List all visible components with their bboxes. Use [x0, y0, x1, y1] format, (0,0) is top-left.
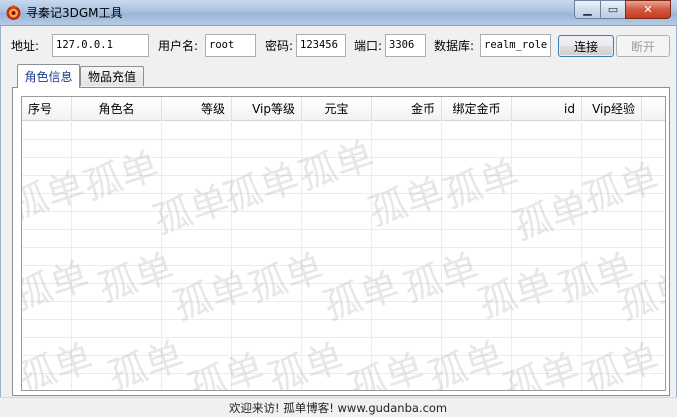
password-input[interactable]: 123456	[296, 34, 346, 57]
role-table[interactable]: 序号 角色名 等级 Vip等级 元宝 金币 绑定金币 id Vip经验 孤单 孤…	[21, 96, 666, 391]
column-header-vip-level[interactable]: Vip等级	[232, 97, 302, 121]
maximize-icon: ▭	[607, 3, 619, 16]
column-header-vip-exp[interactable]: Vip经验	[582, 97, 642, 121]
minimize-icon: ▁	[583, 3, 592, 16]
user-label: 用户名:	[158, 39, 199, 53]
column-header-bound-gold[interactable]: 绑定金币	[442, 97, 512, 121]
host-input[interactable]: 127.0.0.1	[52, 34, 149, 57]
database-input[interactable]: realm_role	[480, 34, 551, 57]
table-header: 序号 角色名 等级 Vip等级 元宝 金币 绑定金币 id Vip经验	[22, 97, 665, 121]
tab-role-info[interactable]: 角色信息	[17, 64, 80, 88]
disconnect-button[interactable]: 断开	[616, 35, 670, 57]
status-bar: 欢迎来访! 孤单博客! www.gudanba.com	[0, 397, 677, 417]
port-label: 端口:	[354, 39, 383, 53]
status-text: 欢迎来访! 孤单博客! www.gudanba.com	[229, 401, 448, 415]
host-label: 地址:	[11, 39, 40, 53]
password-label: 密码:	[265, 39, 294, 53]
title-bar[interactable]: 寻秦记3DGM工具 ▁ ▭ ✕	[0, 0, 677, 26]
column-header-id[interactable]: id	[512, 97, 582, 121]
window-title: 寻秦记3DGM工具	[26, 6, 123, 20]
app-logo-icon	[6, 5, 21, 20]
column-header-level[interactable]: 等级	[162, 97, 232, 121]
database-label: 数据库:	[434, 39, 475, 53]
close-button[interactable]: ✕	[625, 0, 671, 19]
minimize-button[interactable]: ▁	[574, 0, 601, 19]
column-header-yuanbao[interactable]: 元宝	[302, 97, 372, 121]
column-header-gold[interactable]: 金币	[372, 97, 442, 121]
maximize-button[interactable]: ▭	[600, 0, 626, 19]
table-body	[22, 122, 665, 390]
column-header-role-name[interactable]: 角色名	[72, 97, 162, 121]
column-header-index[interactable]: 序号	[22, 97, 72, 121]
tab-item-recharge[interactable]: 物品充值	[80, 66, 144, 86]
connect-button[interactable]: 连接	[558, 35, 614, 57]
close-icon: ✕	[643, 3, 653, 16]
user-input[interactable]: root	[205, 34, 256, 57]
port-input[interactable]: 3306	[385, 34, 426, 57]
